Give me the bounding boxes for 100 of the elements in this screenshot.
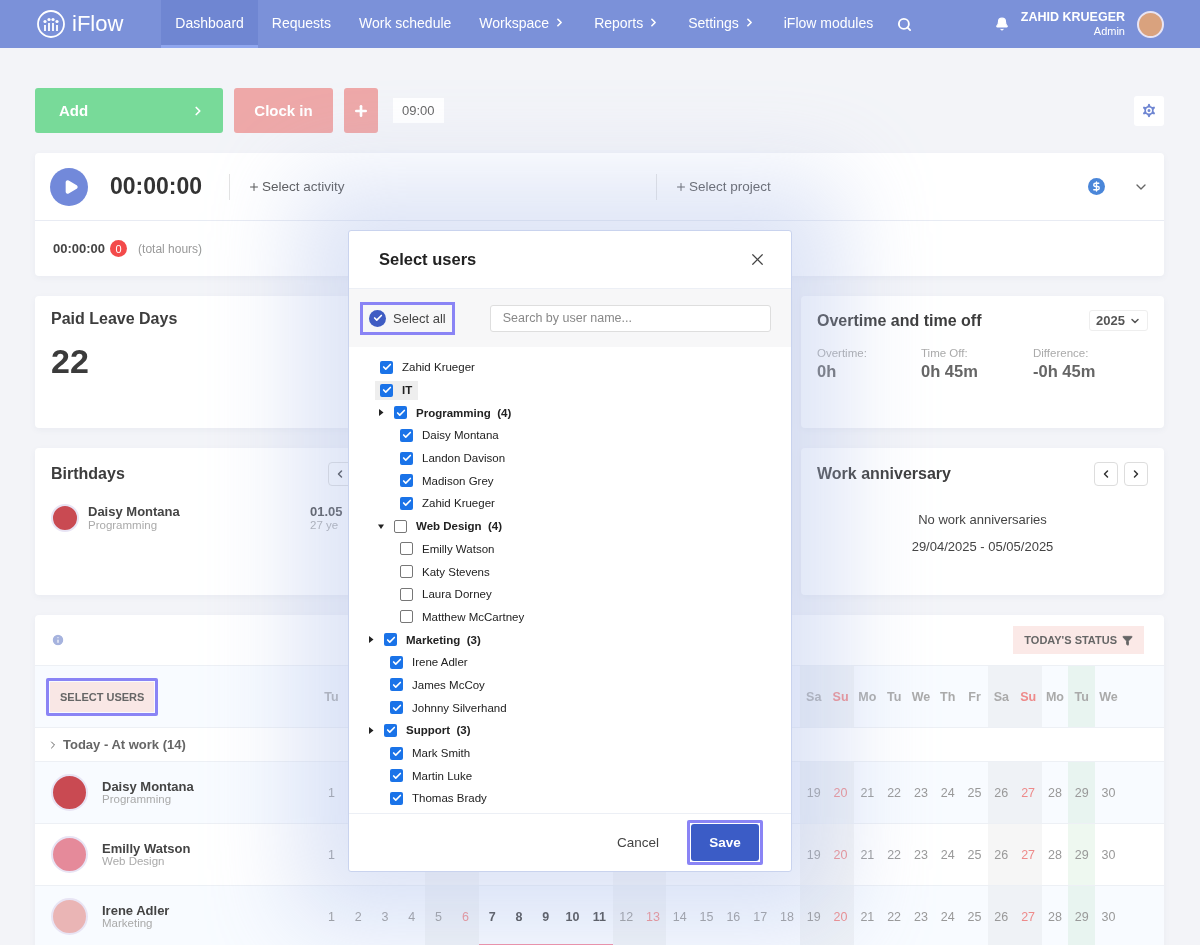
caret-icon[interactable]: [368, 726, 374, 734]
group-name: Programming (4): [416, 406, 512, 419]
nav-item[interactable]: Requests: [257, 0, 345, 48]
user-name: Irene Adler: [412, 656, 468, 669]
stat-label: Overtime:: [817, 347, 868, 359]
bell-icon[interactable]: [994, 17, 1009, 31]
check-circle-icon: [369, 309, 386, 327]
day-number: 29: [1068, 824, 1096, 885]
day-number: 6: [452, 886, 479, 945]
day-number: 30: [1100, 784, 1117, 802]
checkbox[interactable]: [400, 428, 413, 442]
day-number: 12: [612, 886, 640, 945]
next-button[interactable]: [1124, 462, 1148, 486]
person-name: Daisy Montana: [102, 779, 194, 794]
checkbox[interactable]: [394, 519, 407, 533]
checkbox[interactable]: [394, 406, 407, 420]
select-project-link[interactable]: Select project: [656, 173, 771, 200]
day-number: 30: [1100, 846, 1117, 864]
weekday-label: Th: [939, 688, 957, 706]
day-number: 22: [886, 784, 903, 802]
check-icon: [401, 430, 412, 441]
checkbox[interactable]: [400, 565, 413, 579]
user-name: Landon Davison: [422, 452, 506, 465]
checkbox[interactable]: [380, 383, 393, 397]
select-users-button[interactable]: SELECT USERS: [50, 681, 155, 712]
play-button[interactable]: [50, 167, 88, 206]
previous-button[interactable]: [1094, 462, 1118, 486]
card-title: Birthdays: [51, 465, 125, 483]
check-icon: [401, 453, 412, 464]
user-name: Thomas Brady: [412, 792, 487, 805]
nav-item[interactable]: Reports: [580, 0, 675, 48]
nav-item[interactable]: Dashboard: [161, 0, 258, 48]
todays-status-button[interactable]: TODAY'S STATUS: [1013, 626, 1144, 654]
cancel-button[interactable]: Cancel: [610, 834, 665, 851]
nav-item[interactable]: iFlow modules: [769, 0, 888, 48]
checkbox[interactable]: [400, 610, 413, 624]
checkbox[interactable]: [390, 655, 403, 669]
card-title: Paid Leave Days: [51, 310, 178, 328]
team-name: Marketing: [102, 917, 154, 930]
department-row[interactable]: IT: [375, 380, 419, 400]
caret-icon[interactable]: [378, 409, 384, 417]
checkbox[interactable]: [400, 451, 413, 465]
dollar-icon[interactable]: [1088, 178, 1105, 195]
checkbox[interactable]: [380, 360, 393, 374]
nav-item[interactable]: Work schedule: [345, 0, 466, 48]
avatar[interactable]: [1137, 10, 1164, 38]
user-name: Daisy Montana: [422, 429, 499, 442]
total-time: 00:00:00: [53, 241, 106, 256]
year-select[interactable]: 2025: [1089, 310, 1148, 331]
day-number: 7: [478, 886, 506, 945]
user-name: Madison Grey: [422, 474, 494, 487]
nav-item[interactable]: Settings: [674, 0, 770, 48]
checkbox[interactable]: [400, 496, 413, 510]
day-number: 19: [800, 762, 828, 823]
save-button[interactable]: Save: [691, 824, 759, 861]
logo-icon: [36, 9, 66, 39]
day-number: 24: [939, 784, 956, 802]
stat-label: Difference:: [1033, 347, 1090, 359]
checkbox[interactable]: [400, 542, 413, 556]
person-name: Emilly Watson: [102, 841, 191, 856]
checkbox[interactable]: [384, 633, 397, 647]
checkbox[interactable]: [384, 723, 397, 737]
card-title: Overtime and time off: [817, 311, 982, 330]
settings-button[interactable]: [1134, 95, 1164, 126]
checkbox[interactable]: [400, 587, 413, 601]
select-activity-link[interactable]: Select activity: [229, 173, 657, 200]
dialog-title: Select users: [379, 250, 477, 269]
day-number: 27: [1014, 886, 1042, 945]
checkbox[interactable]: [400, 474, 413, 488]
day-number: 30: [1100, 908, 1117, 926]
group-toggle[interactable]: Today - At work (14): [35, 728, 345, 761]
checkbox[interactable]: [390, 769, 403, 783]
user-name: Laura Dorney: [422, 588, 492, 601]
check-icon: [391, 793, 402, 804]
day-number: 2: [353, 908, 363, 926]
day-number: 1: [326, 846, 336, 864]
day-number: 29: [1068, 886, 1096, 945]
checkbox[interactable]: [390, 791, 403, 805]
day-number: 26: [987, 824, 1015, 885]
check-icon: [385, 725, 396, 736]
caret-icon[interactable]: [368, 636, 374, 644]
day-number: 27: [1014, 824, 1042, 885]
day-number: 25: [966, 784, 983, 802]
caret-icon[interactable]: [378, 522, 384, 530]
check-icon: [385, 634, 396, 645]
user-name: Mark Smith: [412, 747, 471, 760]
user-name: Katy Stevens: [422, 565, 490, 578]
nav-item[interactable]: Workspace: [465, 0, 581, 48]
day-number: 24: [939, 846, 956, 864]
group-name: Marketing (3): [406, 633, 481, 646]
day-number: 14: [671, 908, 688, 926]
search-field[interactable]: Search by user name...: [489, 304, 771, 332]
weekday-label: Tu: [885, 688, 903, 706]
select-all-button[interactable]: Select all: [363, 304, 452, 332]
checkbox[interactable]: [390, 746, 403, 760]
checkbox[interactable]: [390, 701, 403, 715]
user-name: Martin Luke: [412, 769, 473, 782]
day-number: 28: [1046, 846, 1063, 864]
stat-label: Time Off:: [921, 347, 969, 359]
checkbox[interactable]: [390, 678, 403, 692]
